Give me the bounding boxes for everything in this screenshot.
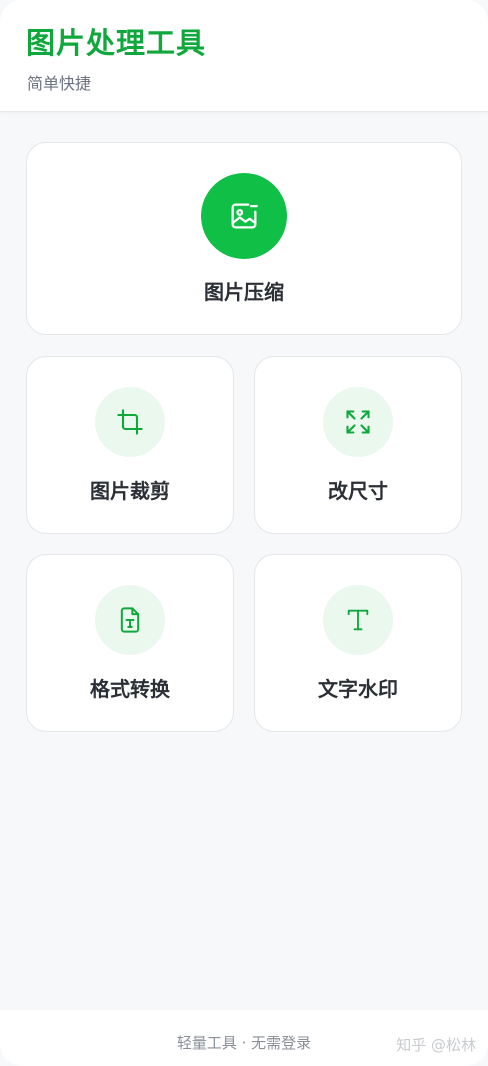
tool-card-resize[interactable]: 改尺寸: [254, 356, 462, 534]
tool-label-compress: 图片压缩: [204, 280, 284, 304]
header: 图片处理工具 简单快捷: [0, 0, 488, 112]
source-watermark: 知乎 @松林: [396, 1036, 476, 1054]
crop-icon: [95, 387, 165, 457]
tool-card-watermark[interactable]: 文字水印: [254, 554, 462, 732]
tool-label-format: 格式转换: [90, 677, 170, 701]
file-text-icon: [95, 585, 165, 655]
tool-label-resize: 改尺寸: [328, 479, 388, 503]
resize-arrows-icon: [323, 387, 393, 457]
tool-card-format[interactable]: 格式转换: [26, 554, 234, 732]
page-title: 图片处理工具: [26, 26, 207, 60]
footer: 轻量工具 · 无需登录 知乎 @松林: [0, 1010, 488, 1066]
image-compress-icon: [201, 173, 287, 259]
tool-label-watermark: 文字水印: [318, 677, 398, 701]
page-subtitle: 简单快捷: [27, 74, 92, 93]
tool-card-compress[interactable]: 图片压缩: [26, 142, 462, 335]
text-t-icon: [323, 585, 393, 655]
tool-card-crop[interactable]: 图片裁剪: [26, 356, 234, 534]
tool-label-crop: 图片裁剪: [90, 479, 170, 503]
app-window: 图片处理工具 简单快捷 图片压缩 图片裁剪 改尺寸 格式转换 文字水印 轻量工具…: [0, 0, 488, 1066]
